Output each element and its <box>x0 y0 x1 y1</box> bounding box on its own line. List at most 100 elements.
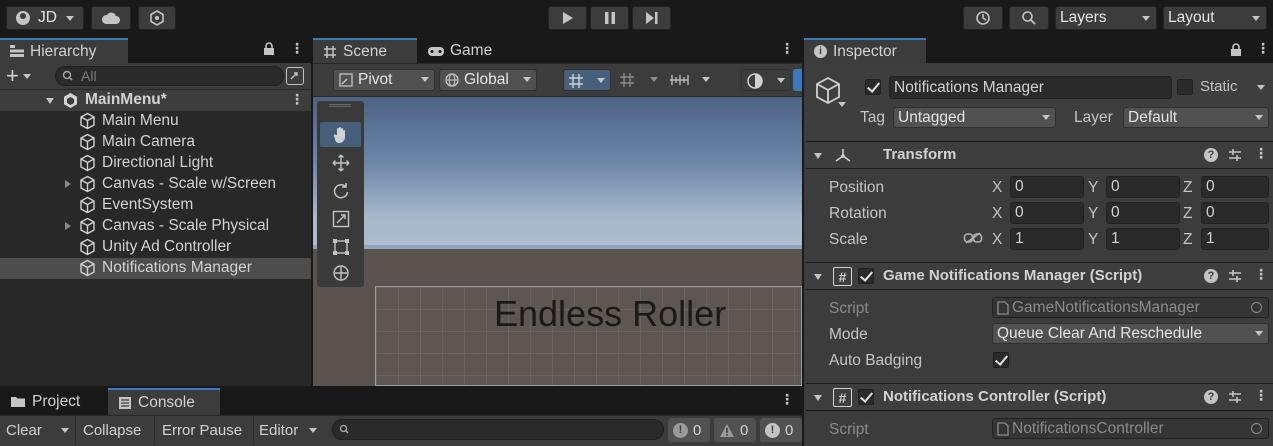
rotation-z-field[interactable]: 0 <box>1201 202 1269 224</box>
lock-icon[interactable] <box>263 42 275 60</box>
object-name-field[interactable]: Notifications Manager <box>889 76 1172 99</box>
scale-tool-button[interactable] <box>320 206 361 231</box>
axis-label[interactable]: Y <box>1088 231 1098 249</box>
hierarchy-item[interactable]: Directional Light <box>0 153 311 174</box>
collapse-button[interactable]: Collapse <box>77 416 155 444</box>
add-button[interactable]: + <box>6 65 42 87</box>
scene-root-row[interactable]: MainMenu* ⋮ <box>0 90 311 111</box>
scale-z-field[interactable]: 1 <box>1201 228 1269 250</box>
link-icon[interactable] <box>963 231 983 245</box>
component-enabled-checkbox[interactable] <box>858 268 874 284</box>
layer-dropdown[interactable]: Default <box>1123 107 1269 128</box>
component-enabled-checkbox[interactable] <box>858 389 874 405</box>
more-icon[interactable]: ⋮ <box>290 40 304 57</box>
cloud-button[interactable] <box>91 6 131 30</box>
chevron-down-icon[interactable] <box>1257 85 1265 90</box>
account-dropdown[interactable]: JD <box>6 6 84 30</box>
axis-label[interactable]: Z <box>1183 231 1192 249</box>
search-button[interactable] <box>1009 6 1049 30</box>
error-pause-button[interactable]: Error Pause <box>156 416 254 444</box>
shading-mode-button[interactable] <box>741 69 791 91</box>
hand-tool-button[interactable] <box>320 122 361 147</box>
hierarchy-item[interactable]: Canvas - Scale Physical <box>0 216 311 237</box>
game-notifications-header[interactable]: # Game Notifications Manager (Script) ? … <box>806 262 1273 290</box>
chevron-down-icon[interactable] <box>814 395 822 401</box>
move-tool-button[interactable] <box>320 150 361 175</box>
scene-viewport[interactable]: Endless Roller <box>313 97 802 386</box>
tab-console[interactable]: Console <box>108 388 220 415</box>
hierarchy-item[interactable]: Canvas - Scale w/Screen <box>0 174 311 195</box>
tab-inspector[interactable]: i Inspector <box>804 38 926 63</box>
layers-dropdown[interactable]: Layers <box>1055 6 1157 30</box>
clear-dropdown[interactable]: Clear <box>0 416 76 444</box>
presets-icon[interactable] <box>1228 269 1242 283</box>
chevron-down-icon[interactable] <box>814 274 822 280</box>
pivot-dropdown[interactable]: Pivot <box>333 69 435 91</box>
step-button[interactable] <box>632 6 671 30</box>
scale-x-field[interactable]: 1 <box>1010 228 1084 250</box>
rotation-x-field[interactable]: 0 <box>1010 202 1084 224</box>
chevron-down-icon[interactable] <box>814 153 822 159</box>
axis-label[interactable]: Z <box>1183 179 1192 197</box>
rotation-y-field[interactable]: 0 <box>1106 202 1180 224</box>
mode-2d-toggle[interactable] <box>793 69 802 91</box>
log-filter-toggle[interactable]: ! 0 <box>668 418 710 442</box>
grid-snap-button[interactable] <box>563 69 611 91</box>
help-icon[interactable]: ? <box>1204 148 1218 162</box>
transform-header[interactable]: Transform ? ⋮ <box>806 141 1273 169</box>
hierarchy-item[interactable]: Notifications Manager <box>0 258 311 279</box>
play-button[interactable] <box>548 6 587 30</box>
position-z-field[interactable]: 0 <box>1201 176 1269 198</box>
more-icon[interactable]: ⋮ <box>1256 40 1270 57</box>
hierarchy-item[interactable]: Unity Ad Controller <box>0 237 311 258</box>
active-checkbox[interactable] <box>865 79 881 95</box>
hierarchy-item[interactable]: EventSystem <box>0 195 311 216</box>
search-input[interactable]: All <box>55 66 284 86</box>
lock-icon[interactable] <box>1230 43 1242 61</box>
editor-dropdown[interactable]: Editor <box>255 416 321 444</box>
axis-label[interactable]: X <box>992 179 1002 197</box>
ruler-button[interactable] <box>665 69 715 91</box>
history-button[interactable] <box>963 6 1003 30</box>
axis-label[interactable]: Z <box>1183 205 1192 223</box>
more-icon[interactable]: ⋮ <box>780 40 794 57</box>
transform-tool-button[interactable] <box>320 260 361 285</box>
increment-snap-button[interactable] <box>615 69 663 91</box>
rect-tool-button[interactable] <box>320 234 361 259</box>
tab-game[interactable]: Game <box>417 38 507 63</box>
component-more-icon[interactable]: ⋮ <box>1254 145 1268 162</box>
mode-dropdown[interactable]: Queue Clear And Reschedule <box>992 323 1269 344</box>
axis-label[interactable]: Y <box>1088 179 1098 197</box>
hierarchy-item[interactable]: Main Menu <box>0 111 311 132</box>
scene-visibility-button[interactable] <box>286 67 304 85</box>
help-icon[interactable]: ? <box>1204 390 1218 404</box>
position-x-field[interactable]: 0 <box>1010 176 1084 198</box>
console-search-input[interactable] <box>332 419 664 440</box>
scene-more-icon[interactable]: ⋮ <box>290 91 304 108</box>
component-more-icon[interactable]: ⋮ <box>1254 266 1268 283</box>
layout-dropdown[interactable]: Layout <box>1163 6 1267 30</box>
pause-button[interactable] <box>590 6 629 30</box>
chevron-down-icon[interactable] <box>838 102 846 107</box>
chevron-right-icon[interactable] <box>65 180 71 188</box>
auto-badging-checkbox[interactable] <box>993 352 1009 368</box>
scale-y-field[interactable]: 1 <box>1106 228 1180 250</box>
warning-filter-toggle[interactable]: 0 <box>714 418 756 442</box>
presets-icon[interactable] <box>1228 390 1242 404</box>
tab-scene[interactable]: Scene <box>313 38 417 63</box>
tab-hierarchy[interactable]: Hierarchy <box>0 38 128 63</box>
presets-icon[interactable] <box>1228 148 1242 162</box>
axis-label[interactable]: Y <box>1088 205 1098 223</box>
rotate-tool-button[interactable] <box>320 178 361 203</box>
tab-project[interactable]: Project <box>0 388 108 415</box>
chevron-down-icon[interactable] <box>46 98 54 104</box>
more-icon[interactable]: ⋮ <box>780 391 794 408</box>
axis-label[interactable]: X <box>992 231 1002 249</box>
tag-dropdown[interactable]: Untagged <box>893 107 1056 128</box>
static-checkbox[interactable] <box>1177 79 1193 95</box>
error-filter-toggle[interactable]: ! 0 <box>760 418 802 442</box>
position-y-field[interactable]: 0 <box>1106 176 1180 198</box>
collab-button[interactable] <box>138 6 176 30</box>
help-icon[interactable]: ? <box>1204 269 1218 283</box>
hierarchy-item[interactable]: Main Camera <box>0 132 311 153</box>
